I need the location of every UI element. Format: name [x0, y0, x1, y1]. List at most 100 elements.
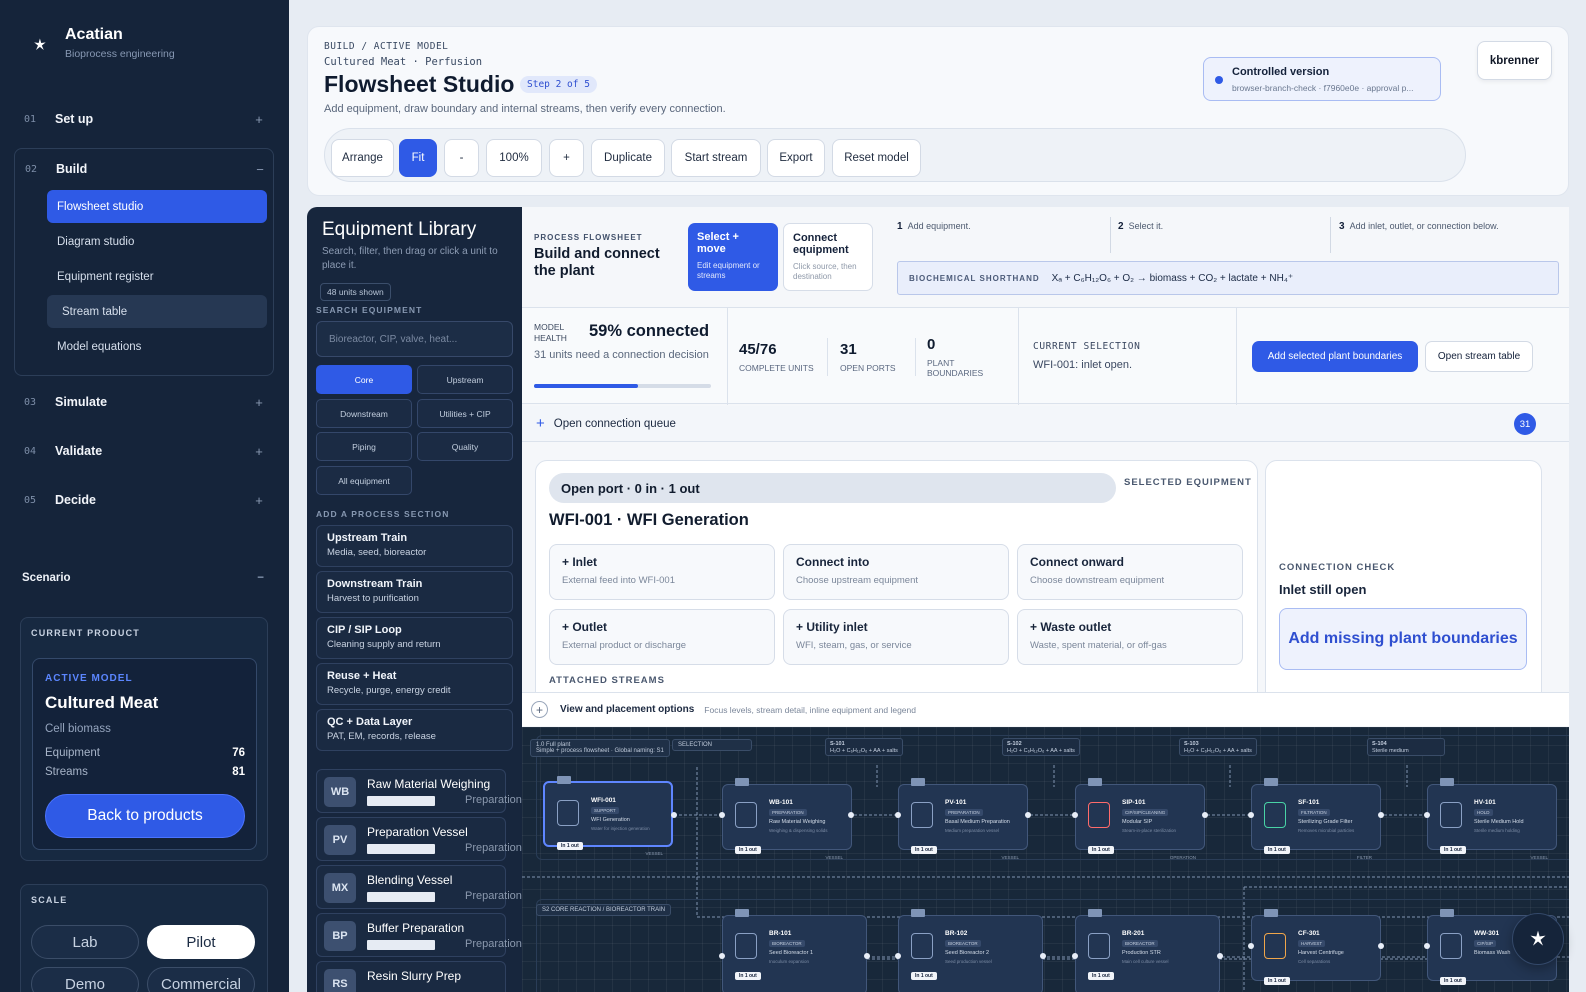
sidebar-item-stream-table[interactable]: Stream table	[47, 295, 267, 328]
add-inlet-button[interactable]: + Inlet External feed into WFI-001	[549, 544, 775, 600]
zoom-out-button[interactable]: -	[444, 139, 479, 177]
equipment-search-input[interactable]: Bioreactor, CIP, valve, heat...	[316, 321, 513, 357]
unit-handle[interactable]	[735, 909, 749, 917]
add-utility-inlet-button[interactable]: + Utility inlet WFI, steam, gas, or serv…	[783, 609, 1009, 665]
scale-option-pilot[interactable]: Pilot	[147, 925, 255, 959]
unit-handle[interactable]	[1264, 909, 1278, 917]
flowsheet-canvas[interactable]: 1.0 Full plant Simple + process flowsheet…	[522, 727, 1569, 992]
port-dot[interactable]	[864, 953, 870, 959]
zoom-level[interactable]: 100%	[486, 139, 542, 177]
sidebar-item-model-equations[interactable]: Model equations	[47, 330, 267, 363]
unit-handle[interactable]	[557, 776, 571, 784]
sidebar-item-equipment-register[interactable]: Equipment register	[47, 260, 267, 293]
unit-sip-101[interactable]: SIP-101 CIP/SIP/CLEANING Modular SIP Ste…	[1075, 778, 1205, 860]
port-dot[interactable]	[895, 812, 901, 818]
unit-handle[interactable]	[1440, 909, 1454, 917]
section-upstream-train[interactable]: Upstream Train Media, seed, bioreactor	[316, 525, 513, 567]
stream-tag[interactable]: S-104 Sterile medium	[1367, 738, 1445, 756]
nav-step-decide[interactable]: 05 Decide +	[14, 480, 274, 520]
zoom-in-button[interactable]: +	[549, 139, 584, 177]
add-waste-outlet-button[interactable]: + Waste outlet Waste, spent material, or…	[1017, 609, 1243, 665]
port-dot[interactable]	[1040, 953, 1046, 959]
view-placement-options[interactable]: + View and placement options Focus level…	[522, 692, 1569, 726]
section-downstream-train[interactable]: Downstream Train Harvest to purification	[316, 571, 513, 613]
brand[interactable]: Acatian Bioprocess engineering	[29, 26, 175, 60]
port-dot[interactable]	[1378, 812, 1384, 818]
port-dot[interactable]	[1378, 943, 1384, 949]
expand-icon[interactable]: +	[244, 444, 274, 459]
unit-sf-101[interactable]: SF-101 FILTRATION Sterilizing Grade Filt…	[1251, 778, 1381, 860]
unit-handle[interactable]	[1088, 909, 1102, 917]
unit-handle[interactable]	[1440, 778, 1454, 786]
connect-into-button[interactable]: Connect into Choose upstream equipment	[783, 544, 1009, 600]
add-missing-plant-boundaries-button[interactable]: Add missing plant boundaries	[1279, 608, 1527, 670]
unit-handle[interactable]	[735, 778, 749, 786]
fit-button[interactable]: Fit	[399, 139, 437, 177]
select-move-mode-button[interactable]: Select + move Edit equipment or streams	[688, 223, 778, 291]
controlled-version-box[interactable]: Controlled version browser-branch-check …	[1203, 57, 1441, 101]
section-cip-sip-loop[interactable]: CIP / SIP Loop Cleaning supply and retur…	[316, 617, 513, 659]
port-dot[interactable]	[1424, 943, 1430, 949]
nav-step-validate[interactable]: 04 Validate +	[14, 431, 274, 471]
assistant-fab-button[interactable]	[1512, 913, 1564, 965]
expand-icon[interactable]: +	[244, 395, 274, 410]
open-stream-table-button[interactable]: Open stream table	[1425, 341, 1533, 372]
nav-step-simulate[interactable]: 03 Simulate +	[14, 382, 274, 422]
filter-upstream[interactable]: Upstream	[417, 365, 513, 394]
collapse-icon[interactable]: −	[257, 572, 264, 584]
port-dot[interactable]	[1025, 812, 1031, 818]
unit-cf-301[interactable]: CF-301 HARVEST Harvest Centrifuge Cell s…	[1251, 909, 1381, 985]
user-account-button[interactable]: kbrenner	[1477, 41, 1552, 80]
unit-wfi-001[interactable]: WFI-001 SUPPORT WFI Generation Water for…	[543, 776, 673, 856]
unit-wb-101[interactable]: WB-101 PREPARATION Raw Material Weighing…	[722, 778, 852, 860]
unit-br-101[interactable]: BR-101 BIOREACTOR Seed Bioreactor 1 Inoc…	[722, 909, 867, 992]
stream-tag[interactable]: S-102 H₂O + C₆H₁₂O₆ + AA + salts	[1002, 738, 1080, 756]
arrange-button[interactable]: Arrange	[331, 139, 394, 177]
connect-onward-button[interactable]: Connect onward Choose downstream equipme…	[1017, 544, 1243, 600]
filter-all-equipment[interactable]: All equipment	[316, 466, 412, 495]
sidebar-item-diagram-studio[interactable]: Diagram studio	[47, 225, 267, 258]
start-stream-button[interactable]: Start stream	[671, 139, 761, 177]
unit-hv-101[interactable]: HV-101 HOLD Sterile Medium Hold Sterile …	[1427, 778, 1557, 860]
filter-downstream[interactable]: Downstream	[316, 399, 412, 428]
port-dot[interactable]	[671, 812, 677, 818]
expand-icon[interactable]: +	[244, 493, 274, 508]
unit-br-201[interactable]: BR-201 BIOREACTOR Production STR Main ce…	[1075, 909, 1220, 992]
port-dot[interactable]	[1072, 812, 1078, 818]
collapse-icon[interactable]: −	[245, 162, 275, 177]
scenario-header[interactable]: Scenario −	[22, 572, 272, 584]
equipment-item[interactable]: RS Resin Slurry Prep	[316, 961, 506, 992]
expand-icon[interactable]: +	[244, 112, 274, 127]
port-dot[interactable]	[1072, 953, 1078, 959]
unit-pv-101[interactable]: PV-101 PREPARATION Basal Medium Preparat…	[898, 778, 1028, 860]
stream-tag[interactable]: S-101 H₂O + C₆H₁₂O₆ + AA + salts	[825, 738, 903, 756]
open-connection-queue[interactable]: + Open connection queue 31	[522, 406, 1569, 442]
port-dot[interactable]	[719, 953, 725, 959]
connect-equipment-mode-button[interactable]: Connect equipment Click source, then des…	[783, 223, 873, 291]
port-dot[interactable]	[1202, 812, 1208, 818]
filter-utilities-cip[interactable]: Utilities + CIP	[417, 399, 513, 428]
port-dot[interactable]	[1248, 943, 1254, 949]
duplicate-button[interactable]: Duplicate	[591, 139, 665, 177]
reset-model-button[interactable]: Reset model	[832, 139, 921, 177]
unit-handle[interactable]	[1088, 778, 1102, 786]
add-outlet-button[interactable]: + Outlet External product or discharge	[549, 609, 775, 665]
equipment-item[interactable]: WB Raw Material Weighing Preparation	[316, 769, 522, 813]
port-dot[interactable]	[895, 953, 901, 959]
scale-option-commercial[interactable]: Commercial	[147, 967, 255, 992]
port-dot[interactable]	[1248, 812, 1254, 818]
sidebar-item-flowsheet-studio[interactable]: Flowsheet studio	[47, 190, 267, 223]
filter-piping[interactable]: Piping	[316, 432, 412, 461]
equipment-item[interactable]: BP Buffer Preparation Preparation	[316, 913, 522, 957]
unit-handle[interactable]	[911, 909, 925, 917]
stream-tag[interactable]: S-103 H₂O + C₆H₁₂O₆ + AA + salts	[1179, 738, 1257, 756]
nav-step-build[interactable]: 02 Build −	[15, 149, 275, 189]
port-dot[interactable]	[719, 812, 725, 818]
unit-handle[interactable]	[1264, 778, 1278, 786]
unit-br-102[interactable]: BR-102 BIOREACTOR Seed Bioreactor 2 Seed…	[898, 909, 1043, 992]
port-dot[interactable]	[1217, 953, 1223, 959]
section-reuse-heat[interactable]: Reuse + Heat Recycle, purge, energy cred…	[316, 663, 513, 705]
section-qc-data-layer[interactable]: QC + Data Layer PAT, EM, records, releas…	[316, 709, 513, 751]
export-button[interactable]: Export	[767, 139, 825, 177]
filter-quality[interactable]: Quality	[417, 432, 513, 461]
